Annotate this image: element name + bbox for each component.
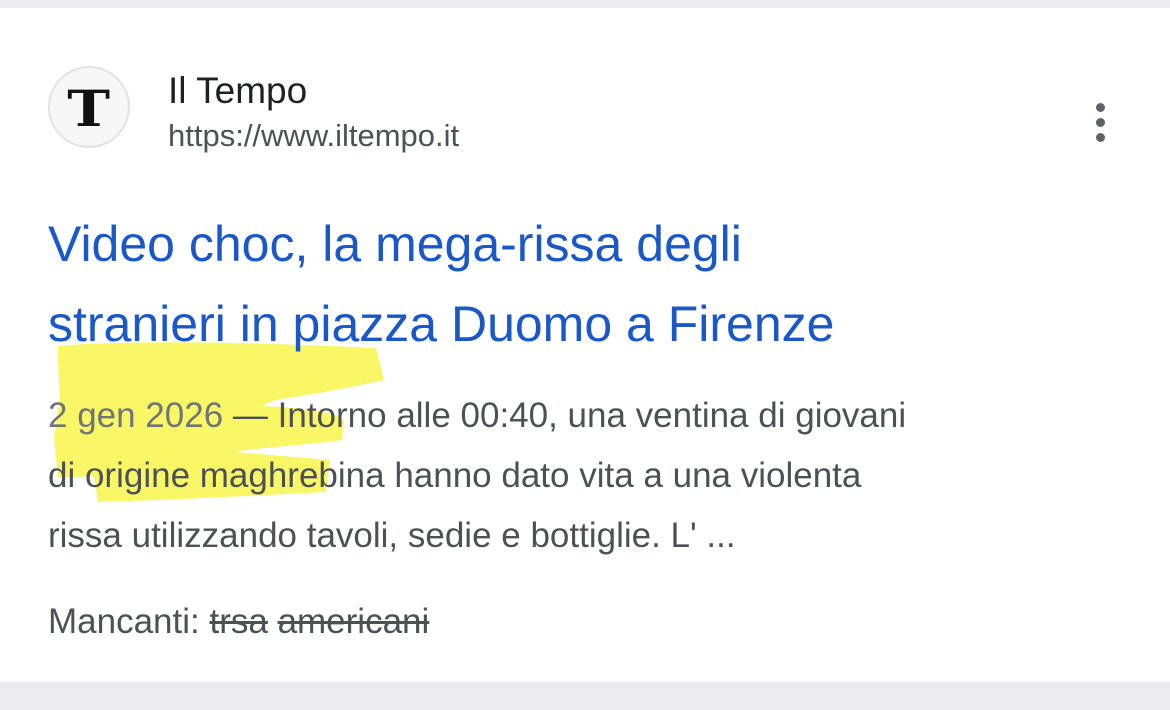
title-line-1: Video choc, la mega-rissa degli <box>48 216 742 272</box>
missing-terms: Mancanti: trsa americani <box>48 602 429 642</box>
dot <box>1095 132 1105 142</box>
favicon-letter: T <box>67 79 111 138</box>
site-name[interactable]: Il Tempo <box>168 70 307 112</box>
snippet-text-1: Intorno alle 00:40, una ventina di giova… <box>277 396 907 435</box>
site-favicon[interactable]: T <box>48 66 130 148</box>
title-line-2: stranieri in piazza Duomo a Firenze <box>48 296 835 352</box>
snippet-line-2: di origine maghrebina hanno dato vita a … <box>48 456 862 495</box>
snippet-line-1: 2 gen 2026 — Intorno alle 00:40, una ven… <box>48 386 1128 446</box>
dot <box>1095 102 1105 112</box>
missing-label: Mancanti: <box>48 602 210 641</box>
missing-term-2: americani <box>277 602 430 641</box>
snippet-line-3: rissa utilizzando tavoli, sedie e bottig… <box>48 516 736 555</box>
site-url[interactable]: https://www.iltempo.it <box>168 118 459 154</box>
more-vert-icon[interactable] <box>1078 94 1122 150</box>
result-title-link[interactable]: Video choc, la mega-rissa degli stranier… <box>48 204 1128 364</box>
date-separator: — <box>223 396 278 435</box>
result-date: 2 gen 2026 <box>48 396 224 435</box>
dot <box>1095 117 1105 127</box>
missing-term-1: trsa <box>209 602 268 641</box>
result-snippet: 2 gen 2026 — Intorno alle 00:40, una ven… <box>48 386 1128 566</box>
search-result-card: T Il Tempo https://www.iltempo.it Video … <box>0 8 1170 682</box>
